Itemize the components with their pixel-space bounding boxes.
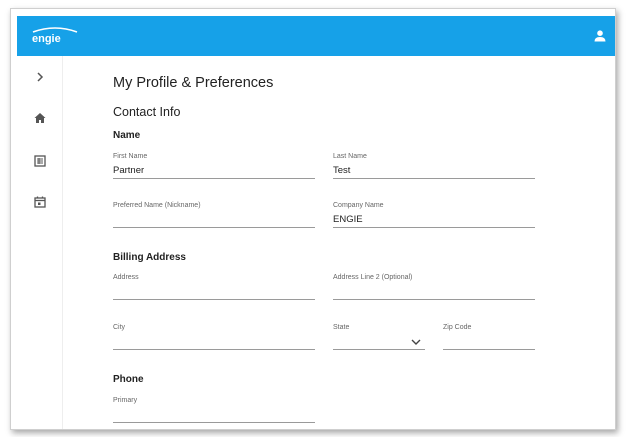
preferred-name-input[interactable] bbox=[113, 211, 315, 228]
calendar-icon[interactable] bbox=[33, 195, 47, 209]
field-label: Primary bbox=[113, 397, 138, 404]
primary-phone-field[interactable]: Primary bbox=[113, 396, 315, 423]
name-group-title: Name bbox=[113, 130, 141, 141]
city-field[interactable]: City bbox=[113, 323, 315, 350]
company-name-field[interactable]: Company Name ENGIE bbox=[333, 201, 535, 228]
field-label: Zip Code bbox=[443, 324, 472, 331]
address-input[interactable] bbox=[113, 283, 315, 300]
state-field[interactable]: State bbox=[333, 323, 425, 350]
field-label: First Name bbox=[113, 153, 148, 160]
billing-group-title: Billing Address bbox=[113, 252, 186, 263]
section-title: Contact Info bbox=[113, 105, 181, 119]
primary-phone-input[interactable] bbox=[113, 406, 315, 423]
field-label: Address bbox=[113, 274, 139, 281]
field-label: Preferred Name (Nickname) bbox=[113, 202, 201, 209]
phone-group-title: Phone bbox=[113, 374, 144, 385]
zip-code-input[interactable] bbox=[443, 333, 535, 350]
engie-logo[interactable]: engie bbox=[31, 23, 79, 47]
field-label: Company Name bbox=[333, 202, 384, 209]
field-label: State bbox=[333, 324, 350, 331]
profile-form: My Profile & Preferences Contact Info Na… bbox=[113, 56, 613, 429]
top-bar: engie bbox=[17, 16, 615, 56]
page-title: My Profile & Preferences bbox=[113, 75, 274, 91]
svg-text:engie: engie bbox=[32, 33, 61, 45]
user-account-icon[interactable] bbox=[593, 29, 607, 43]
field-label: Last Name bbox=[333, 153, 367, 160]
chevron-right-icon[interactable] bbox=[33, 70, 47, 84]
preferred-name-field[interactable]: Preferred Name (Nickname) bbox=[113, 201, 315, 228]
last-name-field[interactable]: Last Name Test bbox=[333, 152, 535, 179]
last-name-input[interactable]: Test bbox=[333, 162, 535, 179]
first-name-field[interactable]: First Name Partner bbox=[113, 152, 315, 179]
sidebar bbox=[17, 56, 63, 429]
zip-code-field[interactable]: Zip Code bbox=[443, 323, 535, 350]
field-label: Address Line 2 (Optional) bbox=[333, 274, 413, 281]
first-name-input[interactable]: Partner bbox=[113, 162, 315, 179]
company-name-input[interactable]: ENGIE bbox=[333, 211, 535, 228]
address-field[interactable]: Address bbox=[113, 273, 315, 300]
chevron-down-icon[interactable] bbox=[411, 339, 421, 346]
city-input[interactable] bbox=[113, 333, 315, 350]
field-label: City bbox=[113, 324, 126, 331]
address-line-2-input[interactable] bbox=[333, 283, 535, 300]
home-icon[interactable] bbox=[33, 111, 47, 125]
app-window: engie My Profile & Preferences Contact I… bbox=[10, 8, 616, 430]
address-line-2-field[interactable]: Address Line 2 (Optional) bbox=[333, 273, 535, 300]
engie-logo-icon: engie bbox=[32, 27, 78, 45]
document-list-icon[interactable] bbox=[33, 154, 47, 168]
